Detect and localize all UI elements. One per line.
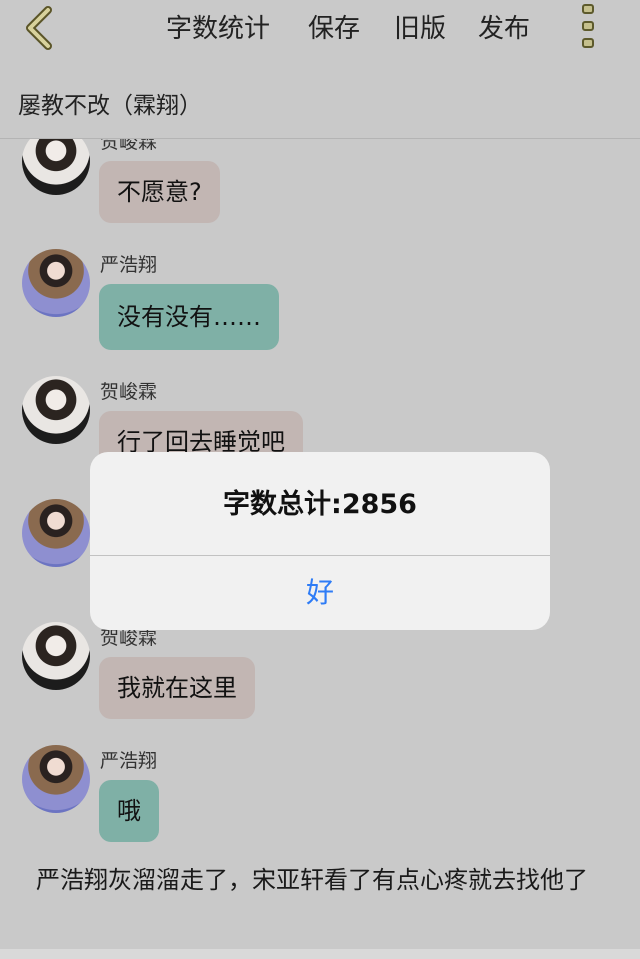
avatar[interactable] bbox=[22, 745, 90, 813]
back-button[interactable] bbox=[22, 6, 58, 50]
message-bubble[interactable]: 没有没有…… bbox=[99, 284, 279, 350]
alert-ok-button[interactable]: 好 bbox=[90, 556, 550, 630]
more-button[interactable] bbox=[580, 4, 598, 50]
sender-name: 贺峻霖 bbox=[100, 139, 158, 153]
message-bubble[interactable]: 哦 bbox=[99, 780, 159, 842]
avatar[interactable] bbox=[22, 376, 90, 444]
message-bubble[interactable]: 不愿意? bbox=[99, 161, 220, 223]
chevron-left-icon bbox=[26, 6, 52, 50]
avatar[interactable] bbox=[22, 622, 90, 690]
save-button[interactable]: 保存 bbox=[308, 8, 360, 45]
publish-button[interactable]: 发布 bbox=[478, 8, 530, 45]
avatar[interactable] bbox=[22, 499, 90, 567]
message-bubble[interactable]: 我就在这里 bbox=[99, 657, 255, 719]
word-count-alert: 字数总计:2856 好 bbox=[90, 452, 550, 630]
sender-name: 严浩翔 bbox=[100, 254, 158, 276]
sender-name: 严浩翔 bbox=[100, 750, 158, 772]
story-title: 屡教不改（霖翔） bbox=[18, 93, 202, 119]
sender-name: 贺峻霖 bbox=[100, 381, 158, 403]
word-count-button[interactable]: 字数统计 bbox=[166, 8, 270, 45]
old-version-button[interactable]: 旧版 bbox=[394, 8, 446, 45]
bottom-strip bbox=[0, 949, 640, 959]
avatar[interactable] bbox=[22, 139, 90, 195]
alert-message: 字数总计:2856 bbox=[223, 489, 417, 520]
avatar[interactable] bbox=[22, 249, 90, 317]
top-nav-bar: 字数统计 保存 旧版 发布 bbox=[0, 0, 640, 52]
narration-text: 严浩翔灰溜溜走了，宋亚轩看了有点心疼就去找他了 bbox=[36, 866, 588, 894]
